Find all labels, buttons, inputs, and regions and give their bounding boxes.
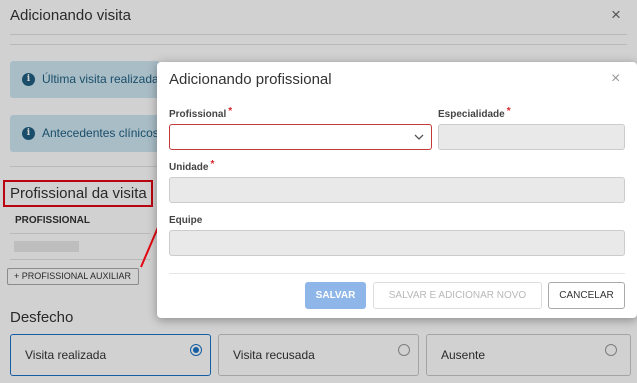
save-button[interactable]: SALVAR [305, 282, 366, 309]
cancel-button[interactable]: CANCELAR [548, 282, 625, 309]
profissional-label: Profissional * [169, 106, 233, 120]
required-mark: * [228, 106, 233, 117]
required-mark: * [210, 159, 215, 170]
divider [169, 273, 625, 274]
especialidade-label: Especialidade * [438, 106, 511, 120]
equipe-label: Equipe [169, 215, 203, 226]
add-professional-modal: Adicionando profissional × Profissional *… [157, 62, 637, 318]
unidade-field [169, 177, 625, 203]
especialidade-field [438, 124, 625, 150]
equipe-field [169, 230, 625, 256]
close-icon[interactable]: × [611, 70, 620, 88]
modal-title: Adicionando profissional [169, 71, 332, 88]
unidade-label: Unidade * [169, 159, 215, 173]
save-and-add-new-button[interactable]: SALVAR E ADICIONAR NOVO [373, 282, 542, 309]
profissional-select[interactable] [169, 124, 432, 150]
chevron-down-icon [414, 134, 424, 140]
required-mark: * [506, 106, 511, 117]
